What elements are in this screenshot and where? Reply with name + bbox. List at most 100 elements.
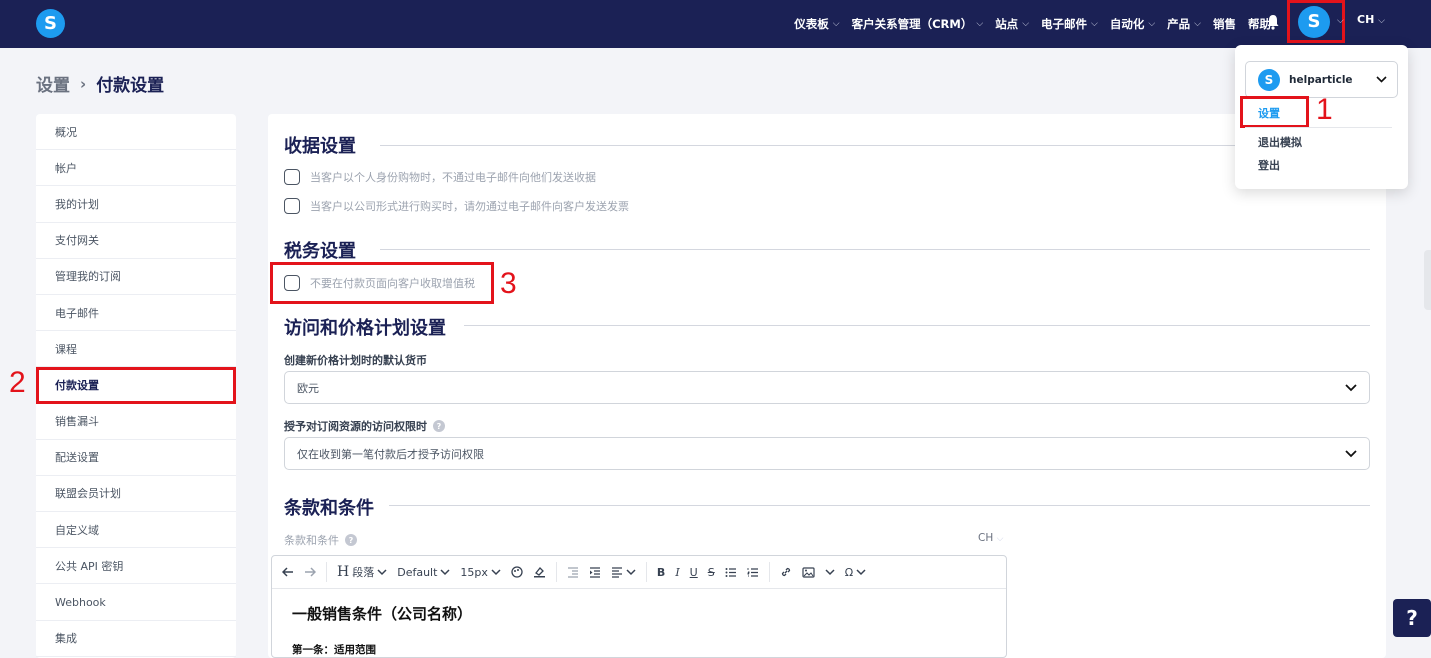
divider bbox=[380, 249, 1370, 250]
annotation-number: 3 bbox=[500, 267, 517, 300]
chevron-down-icon bbox=[440, 566, 450, 579]
currency-label: 创建新价格计划时的默认货币 bbox=[284, 354, 427, 367]
annotation-number: 2 bbox=[9, 366, 26, 399]
italic-icon[interactable]: I bbox=[675, 566, 679, 579]
breadcrumb-parent[interactable]: 设置 bbox=[36, 71, 70, 96]
undo-icon[interactable] bbox=[282, 567, 294, 577]
numbered-list-icon[interactable] bbox=[747, 567, 759, 578]
chevron-down-icon: ⌵ bbox=[1378, 16, 1385, 26]
underline-icon[interactable]: U bbox=[690, 566, 698, 579]
paragraph-format-dropdown[interactable]: H 段落 bbox=[337, 564, 387, 580]
checkbox[interactable] bbox=[284, 169, 300, 185]
sidebar-item-api-keys[interactable]: 公共 API 密钥 bbox=[36, 548, 236, 585]
menu-item-exit-impersonation[interactable]: 退出模拟 bbox=[1258, 134, 1302, 150]
sidebar-item-affiliate[interactable]: 联盟会员计划 bbox=[36, 476, 236, 513]
nav-email[interactable]: 电子邮件 ⌵ bbox=[1041, 16, 1098, 32]
special-character-dropdown[interactable]: Ω bbox=[845, 566, 866, 579]
chevron-down-icon: ⌵ bbox=[1148, 19, 1156, 29]
link-icon[interactable] bbox=[780, 566, 792, 578]
heading-icon: H bbox=[337, 564, 350, 580]
nav-sites[interactable]: 站点 ⌵ bbox=[995, 16, 1029, 32]
tax-settings-title: 税务设置 bbox=[284, 241, 356, 262]
nav-dashboard[interactable]: 仪表板 ⌵ bbox=[794, 16, 839, 32]
help-icon[interactable]: ? bbox=[345, 534, 357, 546]
chevron-down-icon bbox=[1345, 447, 1357, 461]
image-icon[interactable] bbox=[802, 566, 815, 578]
terms-field-label: 条款和条件 ? bbox=[284, 532, 357, 548]
receipt-option-company[interactable]: 当客户以公司形式进行购买时，请勿通过电子邮件向客户发送发票 bbox=[284, 198, 629, 214]
sidebar-item-my-plan[interactable]: 我的计划 bbox=[36, 186, 236, 223]
menu-item-logout[interactable]: 登出 bbox=[1258, 157, 1280, 173]
bullet-list-icon[interactable] bbox=[725, 567, 737, 578]
nav-products[interactable]: 产品 ⌵ bbox=[1167, 16, 1201, 32]
sidebar-item-email[interactable]: 电子邮件 bbox=[36, 295, 236, 332]
editor-toolbar: H 段落 Default 15px B I U S Ω bbox=[272, 556, 1006, 589]
highlight-icon[interactable] bbox=[533, 566, 546, 578]
avatar: S bbox=[1258, 68, 1280, 91]
receipt-settings-title: 收据设置 bbox=[284, 136, 356, 157]
divider bbox=[464, 325, 1370, 326]
chevron-down-icon bbox=[491, 566, 501, 579]
bell-icon[interactable] bbox=[1266, 14, 1280, 34]
annotation-number: 1 bbox=[1316, 93, 1333, 126]
help-button[interactable]: ? bbox=[1393, 599, 1431, 637]
toolbar-separator bbox=[326, 562, 327, 582]
text-color-icon[interactable] bbox=[511, 566, 523, 578]
sidebar-item-courses[interactable]: 课程 bbox=[36, 331, 236, 368]
chevron-down-icon[interactable]: ⌵ bbox=[1337, 16, 1344, 26]
terms-language-switcher[interactable]: CH ⌵ bbox=[978, 532, 1003, 544]
language-switcher[interactable]: CH ⌵ bbox=[1357, 13, 1385, 26]
chevron-down-icon bbox=[1345, 381, 1357, 395]
sidebar-item-overview[interactable]: 概况 bbox=[36, 114, 236, 151]
avatar: S bbox=[1298, 5, 1330, 38]
font-family-dropdown[interactable]: Default bbox=[397, 566, 450, 579]
chevron-down-icon: ⌵ bbox=[996, 534, 1004, 544]
strikethrough-icon[interactable]: S bbox=[708, 566, 715, 579]
sidebar-item-sales-funnels[interactable]: 销售漏斗 bbox=[36, 404, 236, 440]
terms-title: 条款和条件 bbox=[284, 498, 374, 519]
breadcrumb: 设置 › 付款设置 bbox=[36, 71, 165, 97]
sidebar-item-shipping[interactable]: 配送设置 bbox=[36, 440, 236, 476]
checkbox[interactable] bbox=[284, 198, 300, 214]
font-size-dropdown[interactable]: 15px bbox=[460, 566, 501, 579]
top-navbar: S 仪表板 ⌵ 客户关系管理（CRM） ⌵ 站点 ⌵ 电子邮件 ⌵ 自动化 ⌵ 产品 ⌵ 销… bbox=[0, 0, 1431, 48]
page-title: 付款设置 bbox=[96, 76, 165, 96]
access-select[interactable]: 仅在收到第一笔付款后才授予访问权限 bbox=[284, 437, 1370, 470]
outdent-icon[interactable] bbox=[567, 566, 579, 578]
chevron-down-icon: ⌵ bbox=[1194, 19, 1201, 29]
nav-sales[interactable]: 销售 bbox=[1213, 16, 1236, 32]
bold-icon[interactable]: B bbox=[657, 566, 665, 579]
divider bbox=[389, 505, 1370, 506]
sidebar-item-integrations[interactable]: 集成 bbox=[36, 621, 236, 657]
chevron-down-icon: ⌵ bbox=[832, 19, 840, 29]
sidebar-item-account[interactable]: 帐户 bbox=[36, 150, 236, 187]
chevron-down-icon bbox=[626, 566, 636, 579]
redo-icon[interactable] bbox=[304, 567, 316, 577]
more-insert-dropdown[interactable] bbox=[825, 566, 835, 579]
nav-crm[interactable]: 客户关系管理（CRM） ⌵ bbox=[852, 16, 984, 32]
sidebar-item-custom-domain[interactable]: 自定义域 bbox=[36, 512, 236, 549]
sidebar-item-manage-subscription[interactable]: 管理我的订阅 bbox=[36, 259, 236, 295]
align-dropdown[interactable] bbox=[611, 566, 636, 579]
toolbar-separator bbox=[645, 562, 647, 582]
currency-select[interactable]: 欧元 bbox=[284, 371, 1370, 404]
nav-automation[interactable]: 自动化 ⌵ bbox=[1110, 16, 1155, 32]
annotation-box bbox=[270, 262, 494, 304]
access-label: 授予对订阅资源的访问权限时 ? bbox=[284, 418, 445, 434]
help-icon[interactable]: ? bbox=[433, 420, 445, 432]
toolbar-separator bbox=[555, 562, 557, 582]
divider bbox=[1245, 127, 1392, 128]
side-panel-tab[interactable] bbox=[1424, 250, 1431, 310]
access-settings-title: 访问和价格计划设置 bbox=[284, 318, 446, 339]
sidebar-item-payment-gateways[interactable]: 支付网关 bbox=[36, 223, 236, 259]
sidebar-item-payment-settings[interactable]: 付款设置 bbox=[36, 367, 236, 404]
logo[interactable]: S bbox=[36, 9, 65, 38]
toolbar-separator bbox=[768, 562, 770, 582]
indent-icon[interactable] bbox=[589, 566, 601, 578]
chevron-right-icon: › bbox=[80, 74, 87, 93]
editor-content[interactable]: 一般销售条件（公司名称） 第一条：适用范围 bbox=[272, 589, 1006, 657]
receipt-option-personal[interactable]: 当客户以个人身份购物时，不通过电子邮件向他们发送收据 bbox=[284, 169, 596, 185]
payment-settings-panel: 收据设置 当客户以个人身份购物时，不通过电子邮件向他们发送收据 当客户以公司形式… bbox=[268, 114, 1386, 658]
sidebar-item-webhook[interactable]: Webhook bbox=[36, 584, 236, 621]
rich-text-editor: H 段落 Default 15px B I U S Ω 一般销售条件（公司名称）… bbox=[271, 555, 1007, 658]
